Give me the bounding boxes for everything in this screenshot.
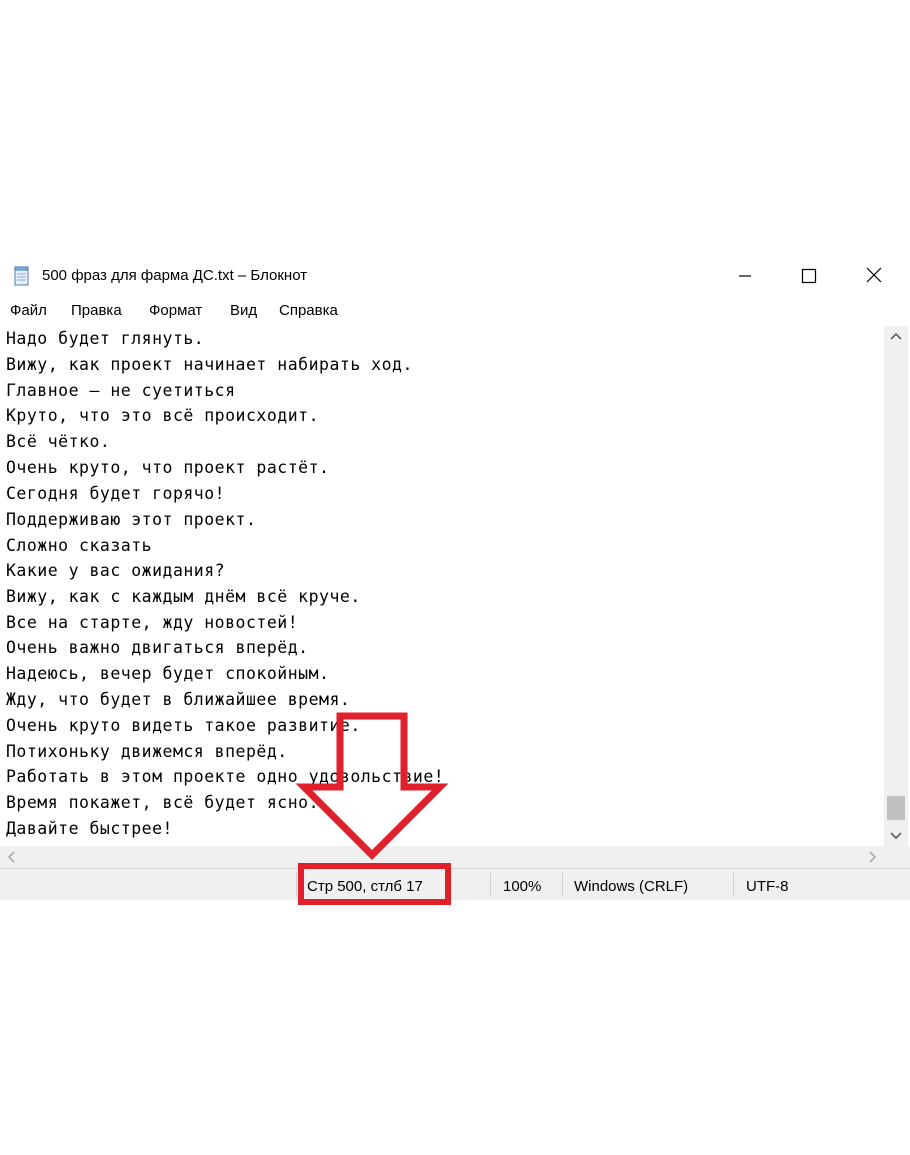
text-line: Круто, что это всё происходит. [6,406,320,425]
text-line: Вижу, как с каждым днём всё круче. [6,587,361,606]
text-line: Жду, что будет в ближайшее время. [6,690,351,709]
text-line: Надеюсь, вечер будет спокойным. [6,664,330,683]
chevron-up-icon [884,332,908,350]
horizontal-scrollbar[interactable] [0,846,884,868]
text-line: Всё чётко. [6,432,111,451]
menu-edit[interactable]: Правка [71,302,122,319]
status-bar: Стр 500, стлб 17 100% Windows (CRLF) UTF… [0,868,910,900]
zoom-level: 100% [503,878,542,895]
text-line: Надо будет глянуть. [6,329,205,348]
status-divider [296,873,297,897]
menu-file[interactable]: Файл [10,302,47,319]
maximize-button[interactable] [778,258,840,294]
scrollbar-corner [884,846,910,868]
status-divider [733,873,734,897]
text-line: Очень важно двигаться вперёд. [6,638,309,657]
minimize-button[interactable] [714,258,776,294]
scroll-down-button[interactable] [884,826,908,846]
status-divider [562,873,563,897]
text-line: Очень круто, что проект растёт. [6,458,330,477]
text-line: Все на старте, жду новостей! [6,613,299,632]
status-divider [490,873,491,897]
text-line: Какие у вас ожидания? [6,561,226,580]
menu-view[interactable]: Вид [230,302,257,319]
notepad-window: 500 фраз для фарма ДС.txt – Блокнот Файл… [0,258,910,900]
text-line: Потихоньку движемся вперёд. [6,742,288,761]
text-line: Вижу, как проект начинает набирать ход. [6,355,413,374]
text-line: Главное – не суетиться [6,381,236,400]
close-button[interactable] [843,258,905,294]
scroll-right-button[interactable] [862,846,884,868]
notepad-icon [13,266,31,286]
menu-bar: Файл Правка Формат Вид Справка [0,298,910,324]
menu-help[interactable]: Справка [279,302,338,319]
text-line: Давайте быстрее! [6,819,173,838]
text-line: Сложно сказать [6,536,153,555]
window-title: 500 фраз для фарма ДС.txt – Блокнот [42,267,308,284]
menu-format[interactable]: Формат [149,302,202,319]
text-line: Поддерживаю этот проект. [6,510,257,529]
text-line: Очень круто видеть такое развитие. [6,716,361,735]
line-endings: Windows (CRLF) [574,878,689,895]
encoding: UTF-8 [746,878,789,895]
title-bar: 500 фраз для фарма ДС.txt – Блокнот [0,258,910,294]
text-line: Работать в этом проекте одно удовольстви… [6,767,445,786]
vertical-scroll-thumb[interactable] [887,796,905,820]
cursor-position: Стр 500, стлб 17 [307,878,423,895]
scroll-left-button[interactable] [0,846,22,868]
text-line: Время покажет, всё будет ясно. [6,793,320,812]
vertical-scrollbar[interactable] [884,326,908,846]
text-editor[interactable]: Надо будет глянуть. Вижу, как проект нач… [0,326,884,846]
text-line: Сегодня будет горячо! [6,484,226,503]
scroll-up-button[interactable] [884,326,908,346]
